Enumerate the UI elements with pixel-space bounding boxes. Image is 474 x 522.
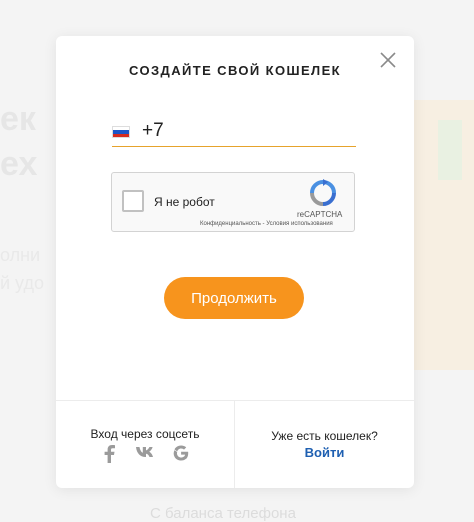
modal-title: СОЗДАЙТЕ СВОЙ КОШЕЛЕК: [129, 63, 341, 78]
background-heading-2: ех: [0, 145, 38, 183]
recaptcha-links[interactable]: Конфиденциальность - Условия использован…: [200, 221, 333, 227]
footer-divider-vertical: [234, 400, 235, 488]
existing-wallet-title: Уже есть кошелек?: [271, 429, 378, 443]
create-wallet-modal: СОЗДАЙТЕ СВОЙ КОШЕЛЕК Я не робот reCAPTC…: [56, 36, 414, 488]
google-icon[interactable]: [171, 445, 191, 463]
vk-icon[interactable]: [135, 445, 155, 463]
recaptcha-checkbox[interactable]: [122, 190, 144, 212]
social-login-title: Вход через соцсеть: [90, 427, 200, 441]
recaptcha-widget: Я не робот reCAPTCHA Конфиденциальность …: [111, 172, 355, 232]
phone-input[interactable]: [142, 118, 342, 144]
background-text: олни: [0, 245, 41, 265]
footer-divider: [56, 400, 414, 401]
background-heading: ек: [0, 100, 36, 138]
recaptcha-logo-icon: [309, 179, 337, 207]
facebook-icon[interactable]: [99, 445, 119, 463]
login-link[interactable]: Войти: [235, 445, 414, 460]
russia-flag-icon[interactable]: [112, 126, 130, 138]
background-illustration-accent: [438, 120, 462, 180]
recaptcha-brand: reCAPTCHA: [297, 210, 343, 219]
phone-field: [112, 116, 356, 147]
recaptcha-label: Я не робот: [154, 195, 215, 209]
background-bottom-text: С баланса телефона: [150, 505, 296, 522]
social-icons: [56, 445, 234, 465]
background-text-2: й удо: [0, 273, 44, 293]
continue-button[interactable]: Продолжить: [164, 277, 304, 319]
